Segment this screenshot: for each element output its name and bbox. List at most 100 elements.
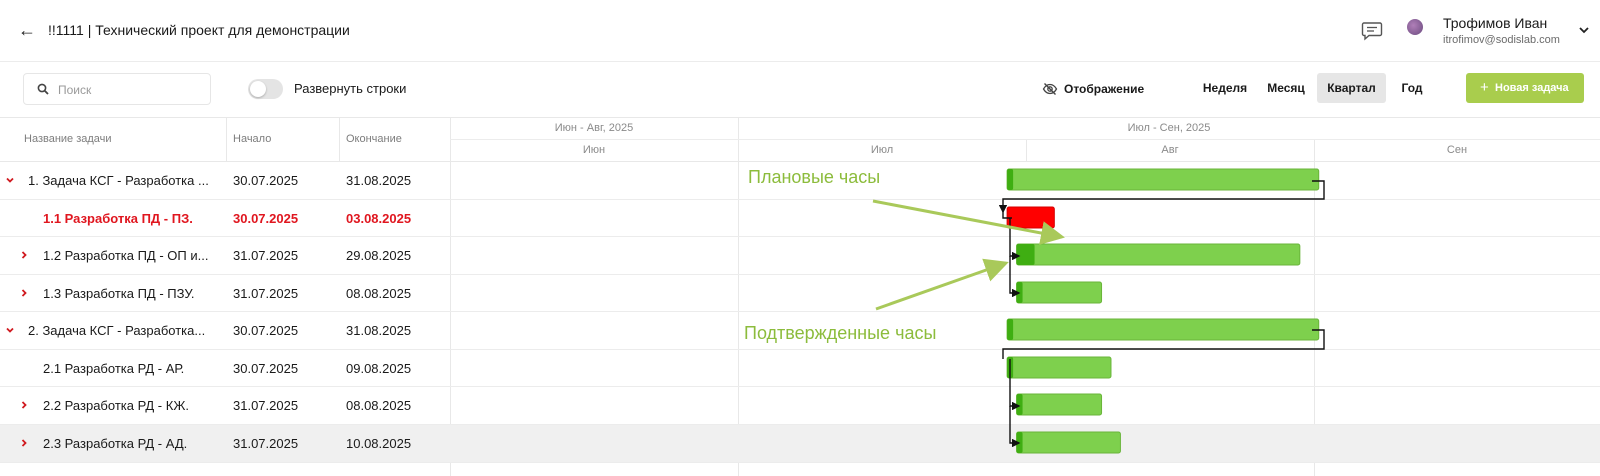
timeline-month-label: Июн (582, 144, 606, 156)
timeline-row-highlight (450, 425, 1600, 462)
task-row[interactable]: 2.2 Разработка РД - КЖ. 31.07.2025 08.08… (0, 387, 450, 424)
user-name: Трофимов Иван (1443, 15, 1548, 31)
task-row[interactable]: 2.3 Разработка РД - АД. 31.07.2025 10.08… (0, 425, 450, 462)
task-name: 1. Задача КСГ - Разработка ... (28, 173, 209, 188)
row-divider (0, 462, 1600, 463)
chat-icon[interactable] (1361, 21, 1383, 41)
column-header-start[interactable]: Начало (233, 133, 271, 145)
toggle-knob (250, 81, 266, 97)
task-start: 30.07.2025 (233, 173, 299, 188)
chevron-right-icon[interactable] (19, 400, 29, 410)
chevron-right-icon[interactable] (19, 250, 29, 260)
task-row[interactable]: 1. Задача КСГ - Разработка ... 30.07.202… (0, 162, 450, 199)
gantt-bar-progress (1016, 282, 1023, 303)
column-header-name[interactable]: Название задачи (24, 133, 112, 145)
timeline-month-label: Авг (1161, 144, 1179, 156)
task-end: 31.08.2025 (346, 173, 412, 188)
period-week-button[interactable]: Неделя (1198, 73, 1252, 103)
task-name: 2.3 Разработка РД - АД. (43, 436, 188, 451)
chevron-down-icon[interactable] (5, 325, 15, 335)
user-email: itrofimov@sodislab.com (1443, 34, 1560, 46)
task-start: 30.07.2025 (233, 211, 299, 226)
task-start: 30.07.2025 (233, 361, 299, 376)
new-task-label: Новая задача (1495, 82, 1569, 94)
dependency-line (1002, 329, 1325, 359)
gantt-bar-progress (1016, 394, 1023, 415)
gantt-bar[interactable] (1016, 393, 1103, 416)
task-row[interactable]: 1.3 Разработка ПД - ПЗУ. 31.07.2025 08.0… (0, 275, 450, 312)
dependency-line (1002, 212, 1012, 219)
task-row[interactable]: 1.1 Разработка ПД - ПЗ. 30.07.2025 03.08… (0, 200, 450, 237)
chevron-down-icon[interactable] (1578, 24, 1590, 36)
row-divider (0, 349, 1600, 350)
row-divider (0, 311, 1600, 312)
task-end: 31.08.2025 (346, 323, 412, 338)
app-header: ← !!1111 | Технический проект для демонс… (0, 0, 1600, 62)
dependency-connectors (998, 180, 1325, 448)
period-quarter-button[interactable]: Квартал (1317, 73, 1386, 103)
gantt-bar[interactable] (1006, 318, 1320, 341)
column-divider[interactable] (226, 117, 227, 161)
column-header-end[interactable]: Окончание (346, 133, 402, 145)
task-name: 2.2 Разработка РД - КЖ. (43, 398, 189, 413)
gantt-bar-progress (1007, 169, 1014, 190)
task-start: 31.07.2025 (233, 436, 299, 451)
task-end: 09.08.2025 (346, 361, 412, 376)
grid-top-border (0, 117, 1600, 118)
task-row[interactable]: 1.2 Разработка ПД - ОП и... 31.07.2025 2… (0, 237, 450, 274)
gantt-bar[interactable] (1016, 281, 1103, 304)
row-divider (0, 199, 1600, 200)
gantt-bar[interactable] (1006, 168, 1320, 191)
expand-rows-toggle[interactable] (248, 79, 283, 99)
task-end: 08.08.2025 (346, 286, 412, 301)
task-row[interactable]: 2.1 Разработка РД - АР. 30.07.2025 09.08… (0, 350, 450, 387)
chevron-right-icon[interactable] (19, 288, 29, 298)
dependency-line (998, 180, 1325, 214)
period-year-button[interactable]: Год (1392, 73, 1432, 103)
annotation-arrow (872, 199, 1065, 245)
dependency-line (1009, 359, 1021, 411)
task-end: 10.08.2025 (346, 436, 412, 451)
chevron-right-icon[interactable] (19, 438, 29, 448)
task-end: 29.08.2025 (346, 248, 412, 263)
gantt-bar-progress (1007, 357, 1014, 378)
timeline-header-divider (450, 139, 1600, 140)
timeline-divider (1026, 139, 1027, 161)
new-task-button[interactable]: + Новая задача (1466, 73, 1584, 103)
task-row[interactable]: 2. Задача КСГ - Разработка... 30.07.2025… (0, 312, 450, 349)
task-start: 31.07.2025 (233, 248, 299, 263)
gantt-bar[interactable] (1006, 356, 1112, 379)
back-arrow-icon[interactable]: ← (18, 20, 38, 40)
search-icon (37, 83, 49, 95)
avatar[interactable] (1407, 19, 1423, 35)
timeline-divider (738, 117, 739, 476)
gantt-bar[interactable] (1016, 243, 1301, 266)
row-divider (0, 236, 1600, 237)
column-divider[interactable] (339, 117, 340, 161)
task-start: 30.07.2025 (233, 323, 299, 338)
plus-icon: + (1480, 79, 1489, 96)
period-month-button[interactable]: Месяц (1260, 73, 1312, 103)
gantt-bar-progress (1007, 319, 1014, 340)
eye-off-icon[interactable] (1042, 81, 1058, 97)
display-button[interactable]: Отображение (1064, 82, 1144, 96)
task-start: 31.07.2025 (233, 398, 299, 413)
task-name: 1.2 Разработка ПД - ОП и... (43, 248, 209, 263)
grid-timeline-divider[interactable] (450, 117, 451, 476)
row-divider (0, 424, 1600, 425)
chevron-down-icon[interactable] (5, 175, 15, 185)
task-name: 2. Задача КСГ - Разработка... (28, 323, 206, 338)
task-end: 08.08.2025 (346, 398, 412, 413)
annotation-arrow (875, 258, 1009, 311)
gantt-bar-progress (1016, 244, 1035, 265)
timeline-month-label: Июл (870, 144, 894, 156)
task-name: 1.1 Разработка ПД - ПЗ. (43, 211, 193, 226)
task-end: 03.08.2025 (346, 211, 412, 226)
gantt-bar[interactable] (1006, 206, 1055, 229)
search-input[interactable] (58, 80, 206, 100)
search-box[interactable] (23, 73, 211, 105)
task-name: 2.1 Разработка РД - АР. (43, 361, 185, 376)
row-divider (0, 274, 1600, 275)
task-start: 31.07.2025 (233, 286, 299, 301)
annotation-confirmed-hours: Подтвержденные часы (744, 323, 937, 343)
